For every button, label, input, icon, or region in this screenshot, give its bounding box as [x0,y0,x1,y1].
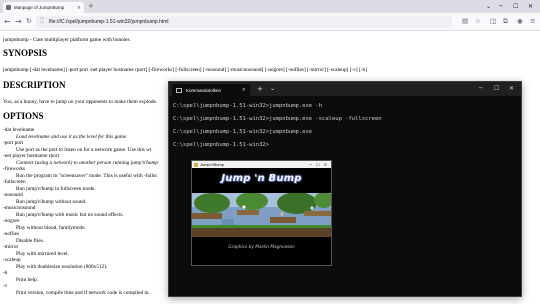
description-heading: DESCRIPTION [3,80,66,90]
synopsis-text: jumpnbump [-dat levelname] [-port port -… [3,67,367,73]
option-flag: -dat levelname [3,127,35,133]
maximize-button[interactable]: ☐ [494,84,499,94]
close-window-button[interactable]: ✕ [528,2,533,11]
terminal-tab-title: Kommandotolken [186,87,222,93]
game-window-title: Jump'n'Bump [200,162,224,167]
option-flag: -port port [3,140,24,146]
browser-tab-bar: Manpage of JumpnBump × + ⌄ ─ ☐ ✕ [0,0,540,13]
option-description: Run the program in "screensaver" mode. T… [16,172,158,179]
option-description: Load levelname and use it as the level f… [16,133,128,140]
account-icon[interactable]: ◉ [517,16,523,27]
game-credit: Graphics by Martin Magnusson [228,245,295,250]
option-flag: -net player hostname rport [3,153,60,159]
game-title-bar[interactable]: Jump'n'Bump ─ ☐ ✕ [192,161,331,168]
close-tab-icon[interactable]: × [242,87,246,93]
new-tab-button[interactable]: + [257,84,263,94]
option-description: Disable flies. [16,237,44,244]
option-flag: -h [3,270,8,276]
description-text: You, as a bunny, have to jump on your op… [3,99,158,105]
minimize-button[interactable]: ─ [479,84,483,94]
options-heading: OPTIONS [3,111,44,121]
tab-dropdown-icon[interactable]: ⌄ [270,84,275,94]
option-flag: -mirror [3,244,19,250]
back-button[interactable]: ← [4,16,11,27]
maximize-button[interactable]: ☐ [316,162,320,167]
game-logo: Jump 'n Bump [221,173,302,184]
manpage-title-line: jumpnbump - Cute multiplayer platform ga… [3,37,130,43]
tab-title: Manpage of JumpnBump [14,5,65,10]
extensions-icon[interactable]: ⧉ [503,16,508,27]
page-icon [6,5,11,10]
terminal-line: C:\spel\jumpnbump-1.51-win32>jumpnbump.e… [173,103,323,109]
option-flag: -musicnosound [3,205,36,211]
option-flag: -v [3,283,8,289]
option-description: Print version, compile time and if netwo… [16,289,150,296]
synopsis-heading: SYNOPSIS [3,48,48,58]
option-description: Run jump'n'bump with music but no sound … [16,211,124,218]
terminal-line: C:\spel\jumpnbump-1.51-win32>jumpnbump.e… [173,129,313,135]
menu-icon[interactable]: ≡ [530,16,535,27]
list-tabs-icon[interactable]: ⌄ [486,2,491,11]
browser-toolbar: ← → ↻ 🗋 file:///C:/spel/jumpnbump-1.51-w… [0,13,540,31]
pocket-icon[interactable]: ◫ [490,16,496,27]
option-description: Run jump'n'bump in fullscreen mode. [16,185,96,192]
terminal-icon [176,87,182,93]
option-flag: -fullscreen [3,179,26,185]
option-flag: -nosound [3,192,23,198]
file-icon: 🗋 [40,18,45,24]
new-tab-button[interactable]: + [88,2,94,11]
bookmark-star-icon[interactable]: ☆ [475,16,481,27]
close-window-button[interactable]: ✕ [324,162,327,167]
option-flag: -noflies [3,231,20,237]
forward-button[interactable]: → [15,16,22,27]
option-description: Play without blood, familymode. [16,224,86,231]
option-flag: -fireworks [3,166,26,172]
option-description: Run jump'n'bump without sound. [16,198,87,205]
close-window-button[interactable]: ✕ [509,84,514,94]
terminal-title-bar[interactable]: Kommandotolken × + ⌄ ─ ☐ ✕ [169,82,521,96]
option-flag: -nogore [3,218,20,224]
option-description: Play with doublesize resolution (800x512… [16,263,108,270]
reload-button[interactable]: ↻ [26,16,32,27]
game-window[interactable]: Jump'n'Bump ─ ☐ ✕ Jump 'n Bump Graphics … [191,160,332,266]
game-app-icon [194,162,198,167]
terminal-line: C:\spel\jumpnbump-1.51-win32>jumpnbump.e… [173,116,382,122]
option-description: Connect (using a network) to another per… [16,159,159,166]
close-tab-icon[interactable]: × [77,5,81,11]
option-description: Use port as the port to listen on for a … [16,146,152,153]
option-flag: -scaleup [3,257,21,263]
minimize-button[interactable]: ─ [310,162,312,167]
maximize-button[interactable]: ☐ [513,2,518,11]
option-description: Play with mirrored level. [16,250,69,257]
reader-view-icon[interactable]: ▤ [462,16,468,27]
terminal-prompt[interactable]: C:\spel\jumpnbump-1.51-win32> [173,142,269,149]
address-bar[interactable]: 🗋 file:///C:/spel/jumpnbump-1.51-win32/j… [36,16,452,28]
terminal-tab[interactable]: Kommandotolken × [172,84,250,96]
option-description: Print help. [16,276,39,283]
minimize-button[interactable]: ─ [499,2,503,11]
game-scene-image [192,193,331,237]
browser-tab[interactable]: Manpage of JumpnBump × [3,2,84,13]
url-text[interactable]: file:///C:/spel/jumpnbump-1.51-win32/jum… [49,19,169,25]
